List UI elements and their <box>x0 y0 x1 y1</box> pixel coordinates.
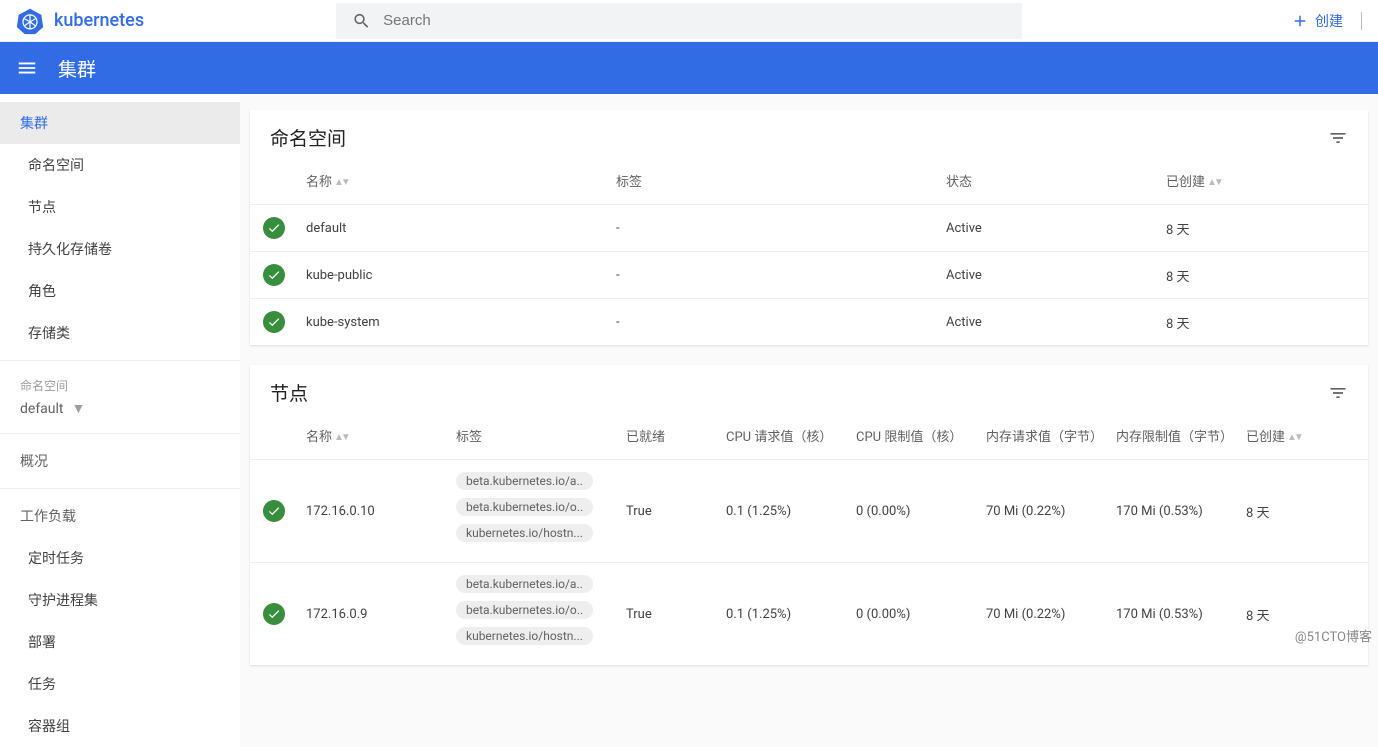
col-labels: 标签 <box>608 161 938 205</box>
namespace-selected: default <box>20 401 64 417</box>
col-ready: 已就绪 <box>618 416 718 460</box>
col-cpu-lim: CPU 限制值（核） <box>848 416 978 460</box>
main-content: 命名空间 名称▲▼ 标签 状态 已创建▲▼ default-Active8 天k… <box>240 94 1378 747</box>
sidebar-item-daemonsets[interactable]: 守护进程集 <box>0 579 240 621</box>
col-mem-lim: 内存限制值（字节） <box>1108 416 1238 460</box>
logo[interactable]: kubernetes <box>16 7 144 35</box>
kubernetes-logo-icon <box>16 7 44 35</box>
label-chip[interactable]: kubernetes.io/hostn... <box>456 524 593 542</box>
label-chip[interactable]: beta.kubernetes.io/a.. <box>456 472 593 490</box>
search-input[interactable] <box>383 12 1006 29</box>
create-label: 创建 <box>1315 11 1343 31</box>
col-mem-req: 内存请求值（字节） <box>978 416 1108 460</box>
ns-link[interactable]: kube-public <box>298 252 608 299</box>
sidebar-item-namespaces[interactable]: 命名空间 <box>0 144 240 186</box>
sidebar-item-roles[interactable]: 角色 <box>0 270 240 312</box>
label-chip[interactable]: kubernetes.io/hostn... <box>456 627 593 645</box>
caret-down-icon: ▼ <box>72 400 86 417</box>
table-row: default-Active8 天 <box>250 205 1368 252</box>
ns-link[interactable]: kube-system <box>298 299 608 346</box>
create-button[interactable]: 创建 <box>1291 11 1343 31</box>
page-title: 集群 <box>58 55 96 82</box>
app-name: kubernetes <box>54 10 144 31</box>
divider <box>0 360 240 361</box>
col-created[interactable]: 已创建▲▼ <box>1158 161 1368 205</box>
topbar: kubernetes 创建 <box>0 0 1378 42</box>
namespaces-card: 命名空间 名称▲▼ 标签 状态 已创建▲▼ default-Active8 天k… <box>250 110 1368 345</box>
status-ok-icon <box>263 500 285 522</box>
node-link[interactable]: 172.16.0.10 <box>298 460 448 563</box>
sidebar-ns-label: 命名空间 <box>0 367 240 396</box>
plus-icon <box>1291 12 1309 30</box>
sidebar-item-cluster[interactable]: 集群 <box>0 102 240 144</box>
sidebar-item-workloads[interactable]: 工作负载 <box>0 495 240 537</box>
table-row: kube-system-Active8 天 <box>250 299 1368 346</box>
label-chip[interactable]: beta.kubernetes.io/a.. <box>456 575 593 593</box>
search-icon <box>352 11 371 31</box>
col-name[interactable]: 名称▲▼ <box>298 416 448 460</box>
sidebar-item-pods[interactable]: 容器组 <box>0 705 240 747</box>
watermark: @51CTO博客 <box>1295 626 1372 645</box>
sidebar-item-deployments[interactable]: 部署 <box>0 621 240 663</box>
col-cpu-req: CPU 请求值（核） <box>718 416 848 460</box>
ns-link[interactable]: default <box>298 205 608 252</box>
status-ok-icon <box>263 311 285 333</box>
status-ok-icon <box>263 264 285 286</box>
col-name[interactable]: 名称▲▼ <box>298 161 608 205</box>
sidebar-item-pv[interactable]: 持久化存储卷 <box>0 228 240 270</box>
sidebar-item-overview[interactable]: 概况 <box>0 440 240 482</box>
label-chip[interactable]: beta.kubernetes.io/o.. <box>456 498 593 516</box>
status-ok-icon <box>263 217 285 239</box>
divider <box>0 433 240 434</box>
sidebar-item-jobs[interactable]: 任务 <box>0 663 240 705</box>
table-row: 172.16.0.9 beta.kubernetes.io/a.. beta.kub… <box>250 563 1368 666</box>
namespace-selector[interactable]: default ▼ <box>0 396 240 427</box>
label-chip[interactable]: beta.kubernetes.io/o.. <box>456 601 593 619</box>
node-link[interactable]: 172.16.0.9 <box>298 563 448 666</box>
menu-icon[interactable] <box>16 57 38 79</box>
namespaces-card-title: 命名空间 <box>270 124 346 151</box>
table-row: 172.16.0.10 beta.kubernetes.io/a.. beta.ku… <box>250 460 1368 563</box>
nodes-card-title: 节点 <box>270 379 308 406</box>
status-ok-icon <box>263 603 285 625</box>
table-row: kube-public-Active8 天 <box>250 252 1368 299</box>
subbar: 集群 <box>0 42 1378 94</box>
divider <box>0 488 240 489</box>
namespaces-table: 名称▲▼ 标签 状态 已创建▲▼ default-Active8 天kube-p… <box>250 161 1368 345</box>
filter-icon[interactable] <box>1328 383 1348 403</box>
nodes-card: 节点 名称▲▼ 标签 已就绪 CPU 请求值（核） CPU 限制值（核） 内存请… <box>250 365 1368 665</box>
col-created[interactable]: 已创建▲▼ <box>1238 416 1368 460</box>
col-status: 状态 <box>938 161 1158 205</box>
sidebar: 集群 命名空间 节点 持久化存储卷 角色 存储类 命名空间 default ▼ … <box>0 94 240 747</box>
col-labels: 标签 <box>448 416 618 460</box>
sidebar-item-cronjobs[interactable]: 定时任务 <box>0 537 240 579</box>
sidebar-item-nodes[interactable]: 节点 <box>0 186 240 228</box>
nodes-table: 名称▲▼ 标签 已就绪 CPU 请求值（核） CPU 限制值（核） 内存请求值（… <box>250 416 1368 665</box>
divider <box>1361 12 1362 30</box>
search-box[interactable] <box>336 3 1022 39</box>
filter-icon[interactable] <box>1328 128 1348 148</box>
topbar-right: 创建 <box>1291 11 1362 31</box>
sidebar-item-storageclass[interactable]: 存储类 <box>0 312 240 354</box>
